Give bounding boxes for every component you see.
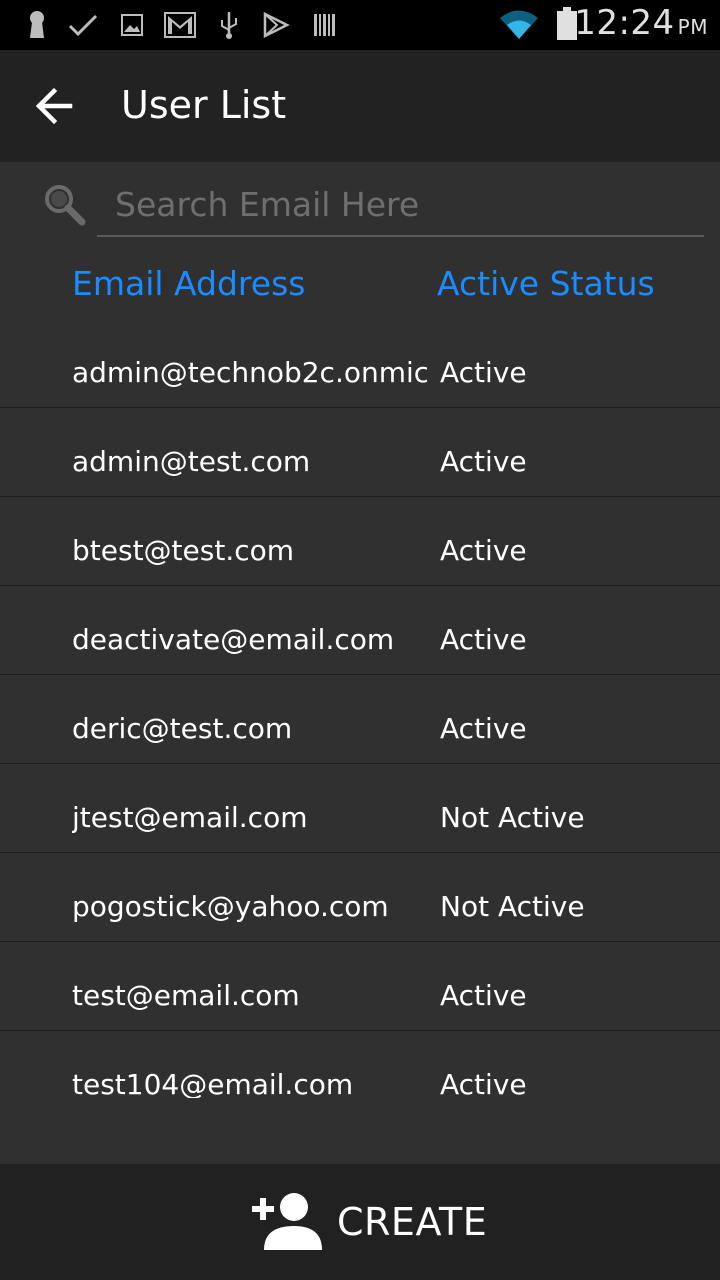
gmail-icon (164, 12, 196, 38)
email-cell: test@email.com (72, 979, 300, 1012)
email-cell: pogostick@yahoo.com (72, 890, 389, 923)
table-row[interactable]: deric@test.com Active (0, 675, 720, 764)
clock: 12:24 PM (574, 3, 708, 43)
status-cell: Active (440, 445, 527, 478)
table-row[interactable]: deactivate@email.com Active (0, 586, 720, 675)
status-cell: Not Active (440, 801, 585, 834)
search-input[interactable] (97, 174, 704, 237)
table-row[interactable]: test@email.com Active (0, 942, 720, 1031)
image-icon (121, 14, 143, 36)
email-cell: test104@email.com (72, 1068, 354, 1099)
app-bar: User List (0, 50, 720, 162)
table-row[interactable]: jtest@email.com Not Active (0, 764, 720, 853)
check-icon (68, 14, 98, 37)
barcode-icon (314, 14, 335, 36)
status-cell: Active (440, 356, 527, 389)
status-bar: 12:24 PM (0, 0, 720, 50)
create-label: CREATE (337, 1200, 488, 1244)
play-store-icon (263, 12, 290, 38)
search-icon (45, 185, 86, 226)
status-cell: Active (440, 534, 527, 567)
status-cell: Not Active (440, 890, 585, 923)
email-cell: jtest@email.com (72, 801, 308, 834)
back-button[interactable] (24, 74, 88, 138)
add-person-icon (252, 1193, 322, 1250)
email-cell: deactivate@email.com (72, 623, 395, 656)
column-header-email[interactable]: Email Address (72, 264, 305, 303)
user-list[interactable]: admin@technob2c.onmicrosoft.com Active a… (0, 319, 720, 1099)
status-cell: Active (440, 712, 527, 745)
arrow-back-icon (35, 87, 73, 125)
status-cell: Active (440, 979, 527, 1012)
bottom-bar: CREATE (0, 1164, 720, 1280)
email-cell: deric@test.com (72, 712, 293, 745)
list-clip-overlay (0, 1098, 720, 1164)
clock-time: 12:24 (574, 3, 675, 43)
keyhole-icon (30, 11, 44, 38)
table-row[interactable]: btest@test.com Active (0, 497, 720, 586)
email-cell: admin@test.com (72, 445, 311, 478)
status-cell: Active (440, 623, 527, 656)
column-header-status[interactable]: Active Status (437, 264, 655, 303)
email-cell: btest@test.com (72, 534, 295, 567)
column-headers: Email Address Active Status (0, 258, 720, 318)
usb-icon (221, 12, 237, 39)
search-bar (0, 162, 720, 248)
email-cell: admin@technob2c.onmicrosoft.com (72, 356, 427, 389)
create-button[interactable]: CREATE (0, 1164, 720, 1280)
clock-ampm: PM (677, 15, 708, 39)
table-row[interactable]: test104@email.com Active (0, 1031, 720, 1099)
table-row[interactable]: admin@technob2c.onmicrosoft.com Active (0, 319, 720, 408)
status-cell: Active (440, 1068, 527, 1099)
table-row[interactable]: admin@test.com Active (0, 408, 720, 497)
page-title: User List (121, 83, 287, 127)
wifi-icon (500, 10, 538, 39)
table-row[interactable]: pogostick@yahoo.com Not Active (0, 853, 720, 942)
